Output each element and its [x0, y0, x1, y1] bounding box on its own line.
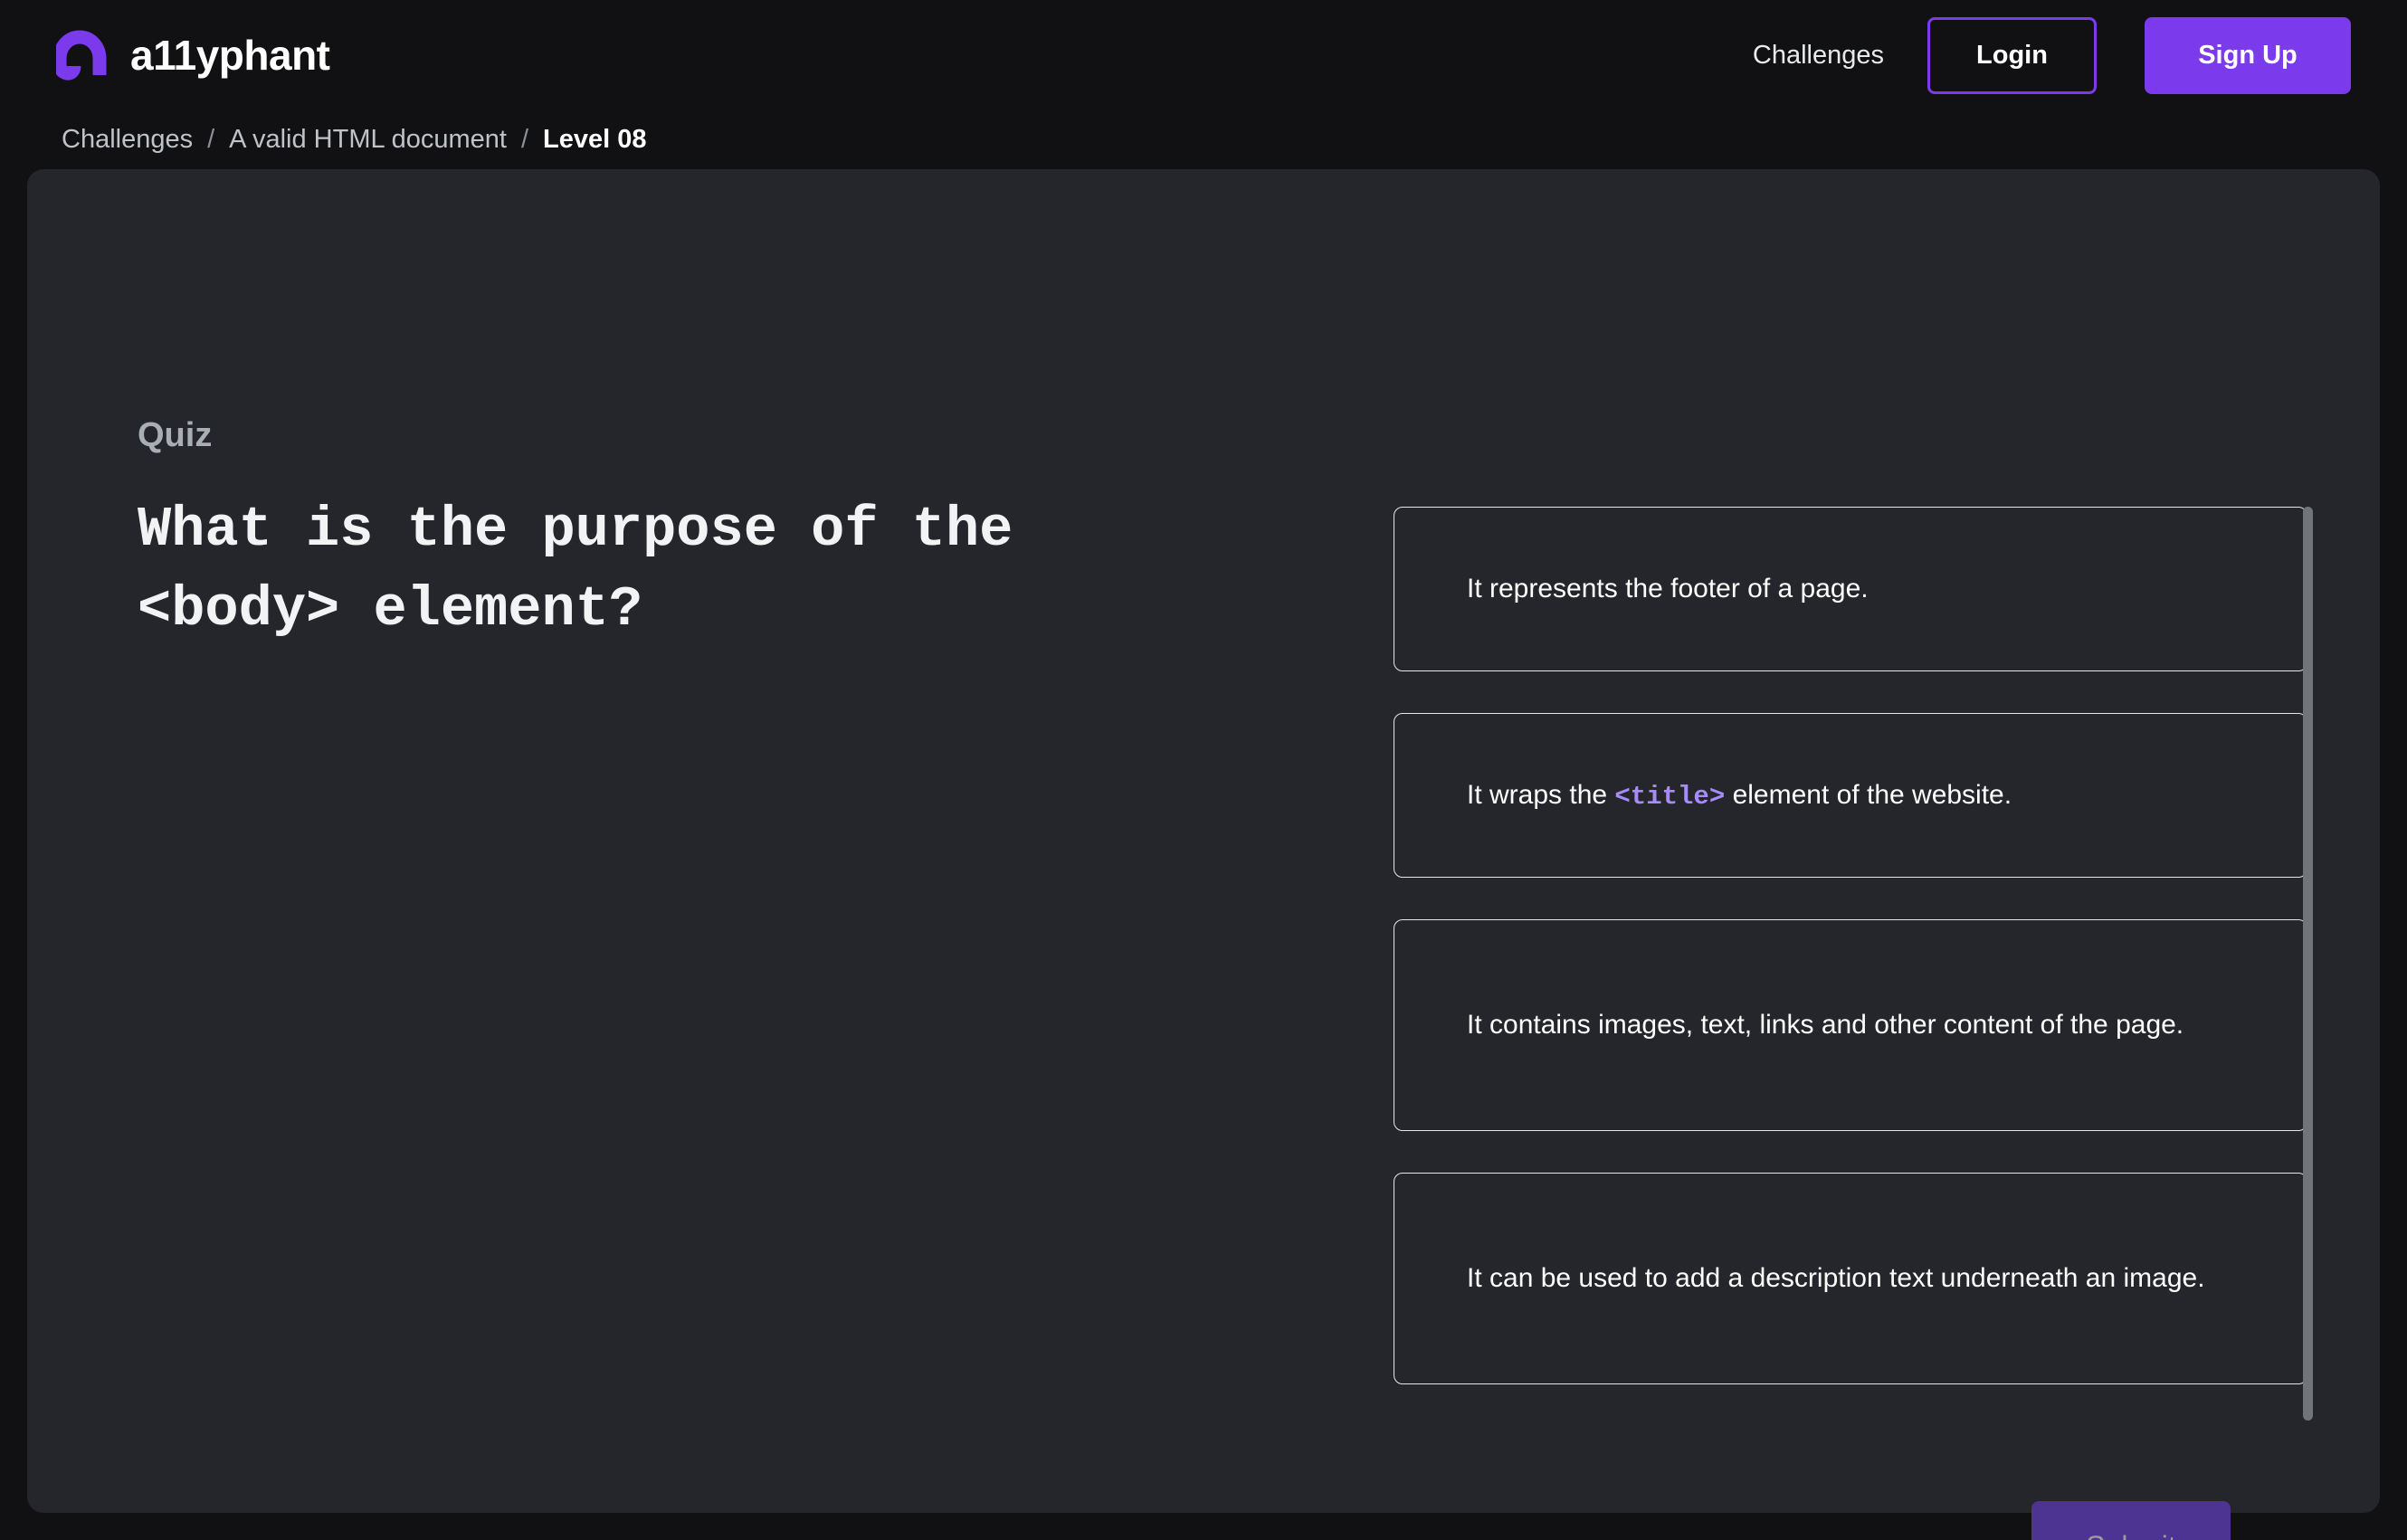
breadcrumb-separator: /	[207, 124, 215, 154]
answer-option-4[interactable]: It can be used to add a description text…	[1394, 1173, 2307, 1384]
answer-option-3-text-before: It contains images, text, links and othe…	[1467, 1010, 2184, 1041]
breadcrumb-separator: /	[520, 124, 529, 154]
title-code-token: <title>	[1614, 781, 1726, 812]
header-nav: Challenges Login Sign Up	[1742, 16, 2351, 94]
answer-option-1-text-before: It represents the footer of a page.	[1467, 574, 1869, 604]
answer-option-4-text-before: It can be used to add a description text…	[1467, 1263, 2205, 1294]
answer-options-scrollbar-thumb[interactable]	[2303, 507, 2313, 1421]
answer-option-1[interactable]: It represents the footer of a page.	[1394, 507, 2307, 671]
quiz-card: Quiz What is the purpose of the <body> e…	[27, 169, 2380, 1540]
submit-row: Submit	[27, 1501, 2380, 1540]
quiz-eyebrow-label: Quiz	[138, 416, 213, 454]
answer-option-4-text: It can be used to add a description text…	[1467, 1257, 2205, 1299]
answer-option-2-text-after: element of the website.	[1725, 779, 2012, 810]
quiz-page: a11yphant Challenges Login Sign Up Chall…	[0, 0, 2407, 1540]
brand-logo-link[interactable]: a11yphant	[52, 28, 330, 82]
breadcrumb-item-level-08: Level 08	[543, 124, 647, 154]
signup-button[interactable]: Sign Up	[2145, 16, 2351, 94]
quiz-question-line-1: What is the purpose of the	[138, 498, 1013, 562]
answer-option-3-text: It contains images, text, links and othe…	[1467, 1003, 2183, 1046]
answer-option-2-text-before: It wraps the	[1467, 779, 1615, 810]
quiz-question-heading: What is the purpose of the <body> elemen…	[138, 490, 1314, 650]
quiz-question-line-2: <body> element?	[138, 577, 643, 642]
brand-name: a11yphant	[130, 32, 330, 79]
breadcrumb-item-valid-html-document[interactable]: A valid HTML document	[229, 125, 507, 155]
a11yphant-arch-logo-icon	[52, 28, 114, 82]
login-button[interactable]: Login	[1927, 16, 2097, 94]
nav-link-challenges[interactable]: Challenges	[1742, 35, 1895, 76]
answer-option-2-text: It wraps the <title> element of the webs…	[1467, 774, 2012, 818]
quiz-prompt: Quiz What is the purpose of the <body> e…	[138, 418, 1314, 650]
answer-option-2[interactable]: It wraps the <title> element of the webs…	[1394, 713, 2307, 878]
breadcrumb: Challenges / A valid HTML document / Lev…	[62, 110, 647, 168]
breadcrumb-item-challenges[interactable]: Challenges	[62, 125, 193, 155]
submit-button[interactable]: Submit	[2031, 1501, 2231, 1540]
answer-options-scrollbar[interactable]	[2303, 507, 2313, 1421]
answer-option-1-text: It represents the footer of a page.	[1467, 567, 1869, 610]
answer-option-3[interactable]: It contains images, text, links and othe…	[1394, 919, 2307, 1131]
site-header: a11yphant Challenges Login Sign Up	[0, 0, 2407, 110]
answer-options-list: It represents the footer of a page. It w…	[1394, 507, 2312, 1421]
